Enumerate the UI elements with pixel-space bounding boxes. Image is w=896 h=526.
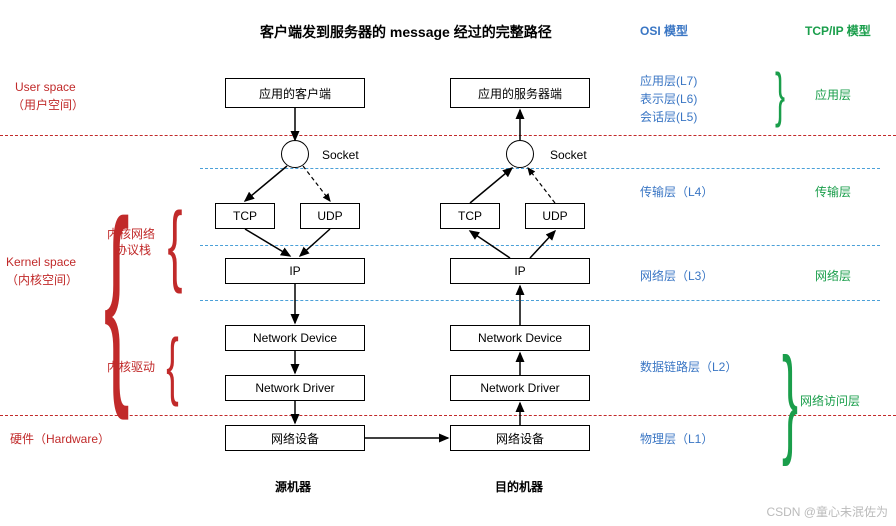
- divider-hardware: [0, 415, 896, 416]
- watermark: CSDN @童心未泯佐为: [766, 503, 888, 520]
- label-kernel-drv: 内核驱动: [107, 358, 155, 375]
- osi-l2: 数据链路层（L2）: [640, 358, 737, 375]
- divider-userspace: [0, 135, 896, 136]
- label-user-space-cn: （用户空间）: [12, 96, 84, 113]
- tcpip-trans: 传输层: [815, 183, 851, 200]
- osi-l7: 应用层(L7): [640, 72, 697, 89]
- box-hw-src: 网络设备: [225, 425, 365, 451]
- label-dst-machine: 目的机器: [495, 478, 543, 495]
- label-kernel-space-cn: （内核空间）: [6, 271, 78, 288]
- box-ip-src: IP: [225, 258, 365, 284]
- tcpip-access: 网络访问层: [800, 392, 860, 409]
- label-user-space: User space: [15, 80, 76, 94]
- osi-l3: 网络层（L3）: [640, 267, 713, 284]
- box-tcp-src: TCP: [215, 203, 275, 229]
- osi-l1: 物理层（L1）: [640, 430, 713, 447]
- tcpip-app: 应用层: [815, 86, 851, 103]
- brace-kernel-space: {: [104, 188, 130, 408]
- osi-l6: 表示层(L6): [640, 90, 697, 107]
- label-src-machine: 源机器: [275, 478, 311, 495]
- brace-kernel-stack: {: [168, 200, 183, 290]
- box-server: 应用的服务器端: [450, 78, 590, 108]
- box-ndrv-dst: Network Driver: [450, 375, 590, 401]
- label-socket-dst: Socket: [550, 148, 587, 162]
- osi-header: OSI 模型: [640, 22, 688, 39]
- brace-tcpip-app: }: [775, 65, 785, 125]
- brace-tcpip-access: }: [782, 340, 798, 460]
- socket-src: [281, 140, 309, 168]
- label-kernel-space: Kernel space: [6, 255, 76, 269]
- box-ip-dst: IP: [450, 258, 590, 284]
- box-hw-dst: 网络设备: [450, 425, 590, 451]
- divider-socket: [200, 168, 880, 169]
- label-socket-src: Socket: [322, 148, 359, 162]
- box-ndev-src: Network Device: [225, 325, 365, 351]
- tcpip-net: 网络层: [815, 267, 851, 284]
- label-hardware: 硬件（Hardware）: [10, 430, 110, 447]
- box-ndev-dst: Network Device: [450, 325, 590, 351]
- box-client: 应用的客户端: [225, 78, 365, 108]
- divider-network: [200, 300, 880, 301]
- brace-kernel-drv: {: [166, 328, 179, 403]
- socket-dst: [506, 140, 534, 168]
- box-ndrv-src: Network Driver: [225, 375, 365, 401]
- diagram-title: 客户端发到服务器的 message 经过的完整路径: [260, 22, 552, 42]
- box-udp-dst: UDP: [525, 203, 585, 229]
- osi-l4: 传输层（L4）: [640, 183, 713, 200]
- divider-transport: [200, 245, 880, 246]
- box-udp-src: UDP: [300, 203, 360, 229]
- osi-l5: 会话层(L5): [640, 108, 697, 125]
- arrow-layer: [0, 0, 896, 526]
- tcpip-header: TCP/IP 模型: [805, 22, 871, 39]
- box-tcp-dst: TCP: [440, 203, 500, 229]
